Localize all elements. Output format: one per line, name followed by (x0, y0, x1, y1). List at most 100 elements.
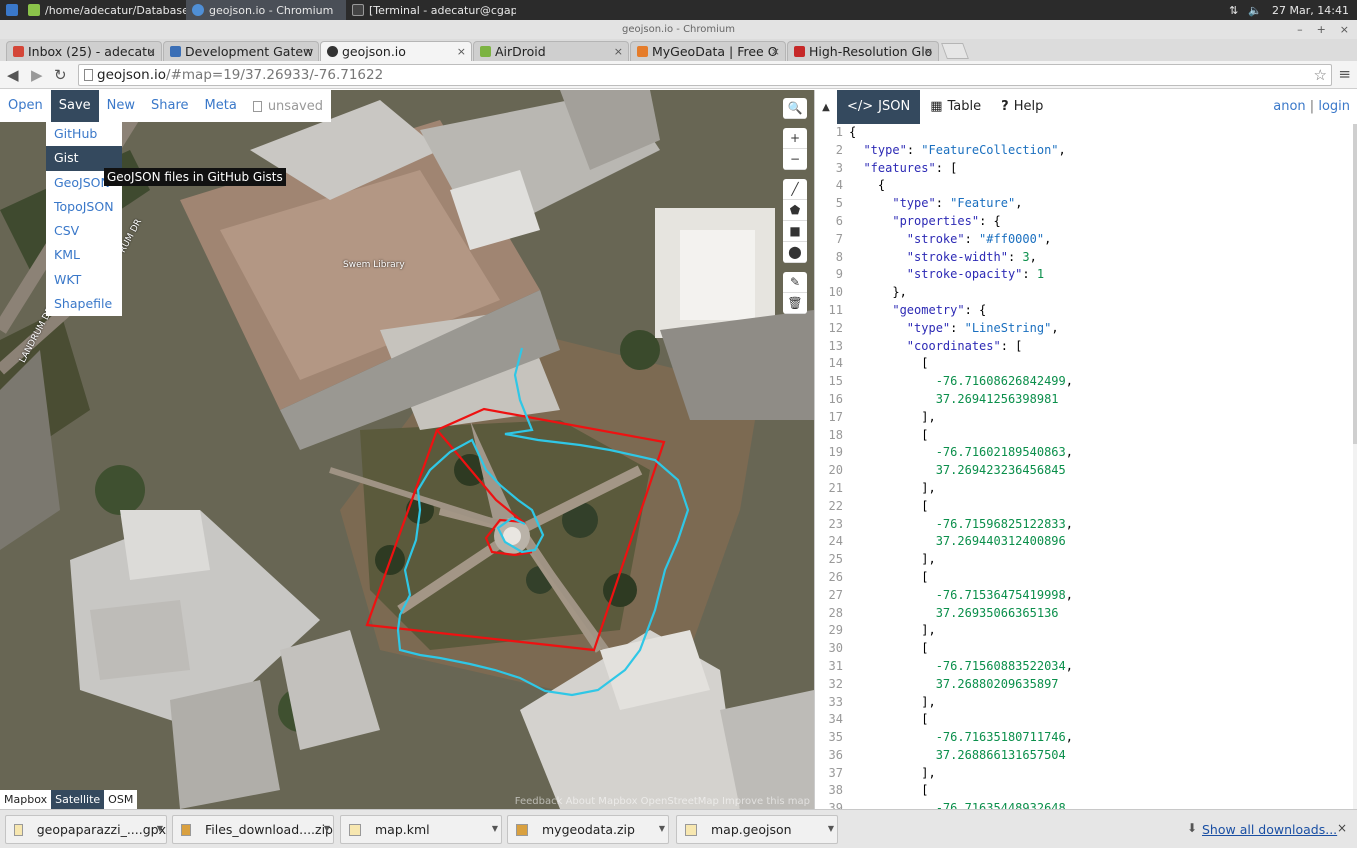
download-item[interactable]: geopaparazzi_....gpx ▼ (5, 815, 167, 844)
code-line: 27 -76.71536475419998, (815, 587, 1357, 605)
scrollbar-thumb[interactable] (1353, 124, 1357, 444)
save-menu-item-kml[interactable]: KML (46, 243, 122, 267)
draw-marker-icon[interactable]: ⬤ (783, 242, 807, 263)
anon-link[interactable]: anon (1273, 99, 1305, 114)
draw-polygon-icon[interactable]: ⬟ (783, 200, 807, 221)
login-link[interactable]: login (1318, 99, 1350, 114)
line-text: "stroke": "#ff0000", (906, 231, 1052, 246)
line-number: 16 (828, 391, 843, 406)
line-text: -76.71635448932648, (935, 801, 1073, 809)
search-icon[interactable]: 🔍 (783, 98, 807, 119)
tab-airdroid[interactable]: AirDroid × (473, 41, 629, 61)
tab-table[interactable]: ▦ Table (920, 90, 991, 124)
close-icon[interactable]: × (1340, 20, 1349, 39)
save-menu-item-shapefile[interactable]: Shapefile (46, 292, 122, 316)
chrome-menu-icon[interactable]: ≡ (1338, 65, 1351, 83)
tab-high-resolution[interactable]: High-Resolution Glo × (787, 41, 939, 61)
back-icon[interactable]: ◀ (7, 66, 19, 84)
line-number: 3 (835, 160, 843, 175)
save-menu-item-wkt[interactable]: WKT (46, 268, 122, 292)
taskbar-item-chromium[interactable]: geojson.io - Chromium (186, 0, 346, 20)
browser-toolbar: ◀ ▶ ↻ geojson.io/#map=19/37.26933/-76.71… (0, 61, 1357, 89)
code-line: 21 ], (815, 480, 1357, 498)
taskbar-item-label: geojson.io - Chromium (209, 3, 334, 17)
draw-line-icon[interactable]: ╱ (783, 179, 807, 200)
save-menu-item-github[interactable]: GitHub (46, 122, 122, 146)
share-button[interactable]: Share (143, 90, 197, 122)
close-tab-icon[interactable]: × (771, 45, 780, 58)
code-line: 24 37.269440312400896 (815, 533, 1357, 551)
meta-button[interactable]: Meta (197, 90, 245, 122)
line-text: -76.71560883522034, (935, 658, 1073, 673)
line-text: "type": "LineString", (906, 320, 1059, 335)
save-menu-item-topojson[interactable]: TopoJSON (46, 195, 122, 219)
chevron-down-icon[interactable]: ▼ (492, 824, 498, 833)
reload-icon[interactable]: ↻ (54, 66, 67, 84)
line-text: }, (849, 285, 907, 300)
clock[interactable]: 27 Mar, 14:41 (1272, 4, 1349, 17)
line-text: "features": [ (863, 160, 958, 175)
bookmark-star-icon[interactable]: ☆ (1314, 65, 1327, 85)
save-menu-item-csv[interactable]: CSV (46, 219, 122, 243)
close-downloads-icon[interactable]: × (1337, 821, 1347, 835)
tab-json[interactable]: </> JSON (837, 90, 921, 124)
tab-gmail[interactable]: Inbox (25) - adecatu × (6, 41, 162, 61)
taskbar-item-terminal[interactable]: [Terminal - adecatur@cgap... (346, 0, 516, 20)
map[interactable]: Swem Library LANDRUM DR RUM DR Open Save… (0, 90, 814, 809)
tab-geojson[interactable]: geojson.io × (320, 41, 472, 61)
chevron-down-icon[interactable]: ▼ (659, 824, 665, 833)
close-tab-icon[interactable]: × (924, 45, 933, 58)
layer-mapbox[interactable]: Mapbox (0, 790, 52, 809)
new-button[interactable]: New (99, 90, 143, 122)
help-icon: ? (1001, 99, 1009, 114)
draw-rectangle-icon[interactable]: ■ (783, 221, 807, 242)
code-line: 20 37.269423236456845 (815, 462, 1357, 480)
open-button[interactable]: Open (0, 90, 51, 122)
close-tab-icon[interactable]: × (614, 45, 623, 58)
chevron-down-icon[interactable]: ▼ (828, 824, 834, 833)
zoom-in-icon[interactable]: + (783, 128, 807, 149)
tab-mygeodata[interactable]: MyGeoData | Free O × (630, 41, 786, 61)
close-tab-icon[interactable]: × (147, 45, 156, 58)
maximize-icon[interactable]: + (1317, 20, 1326, 39)
layer-osm[interactable]: OSM (104, 790, 138, 809)
auth-separator: | (1309, 99, 1315, 114)
line-number: 14 (828, 356, 843, 371)
download-item[interactable]: map.geojson ▼ (676, 815, 838, 844)
map-attribution[interactable]: Feedback About Mapbox OpenStreetMap Impr… (515, 796, 810, 807)
editor-scrollbar[interactable] (1353, 124, 1357, 809)
show-all-downloads-link[interactable]: Show all downloads... (1202, 822, 1337, 837)
layer-satellite[interactable]: Satellite (51, 790, 105, 809)
document-icon (252, 100, 262, 112)
network-icon[interactable]: ⇅ (1229, 4, 1238, 17)
new-tab-button[interactable] (941, 43, 969, 59)
forward-icon[interactable]: ▶ (31, 66, 43, 84)
tab-development-gateway[interactable]: Development Gatew × (163, 41, 319, 61)
close-tab-icon[interactable]: × (304, 45, 313, 58)
chevron-down-icon[interactable]: ▼ (157, 824, 163, 833)
collapse-icon[interactable]: ▲ (815, 102, 837, 113)
download-item[interactable]: map.kml ▼ (340, 815, 502, 844)
edit-layers-icon[interactable]: ✎ (783, 272, 807, 293)
close-tab-icon[interactable]: × (457, 45, 466, 58)
unsaved-label: unsaved (267, 98, 323, 114)
chevron-down-icon[interactable]: ▼ (324, 824, 330, 833)
address-bar[interactable]: geojson.io/#map=19/37.26933/-76.71622 ☆ (78, 64, 1332, 86)
zoom-out-icon[interactable]: − (783, 149, 807, 170)
line-text: -76.71536475419998, (935, 587, 1073, 602)
tab-help[interactable]: ? Help (991, 90, 1053, 124)
code-icon: </> (847, 99, 874, 114)
taskbar-item-files[interactable]: /home/adecatur/Database... (22, 0, 186, 20)
download-item[interactable]: Files_download....zip ▼ (172, 815, 334, 844)
minimize-icon[interactable]: – (1297, 20, 1303, 39)
download-item[interactable]: mygeodata.zip ▼ (507, 815, 669, 844)
delete-layers-icon[interactable]: 🗑 (783, 293, 807, 314)
tooltip: GeoJSON files in GitHub Gists (104, 168, 286, 186)
save-menu-item-gist[interactable]: Gist (46, 146, 122, 171)
save-button[interactable]: Save (50, 90, 99, 122)
json-editor[interactable]: 1{2 "type": "FeatureCollection", 3 "featu… (815, 124, 1357, 809)
code-line: 5 "type": "Feature", (815, 195, 1357, 213)
archive-icon (516, 823, 528, 836)
volume-icon[interactable]: 🔈 (1248, 4, 1262, 17)
app-menu-button[interactable] (0, 0, 22, 20)
